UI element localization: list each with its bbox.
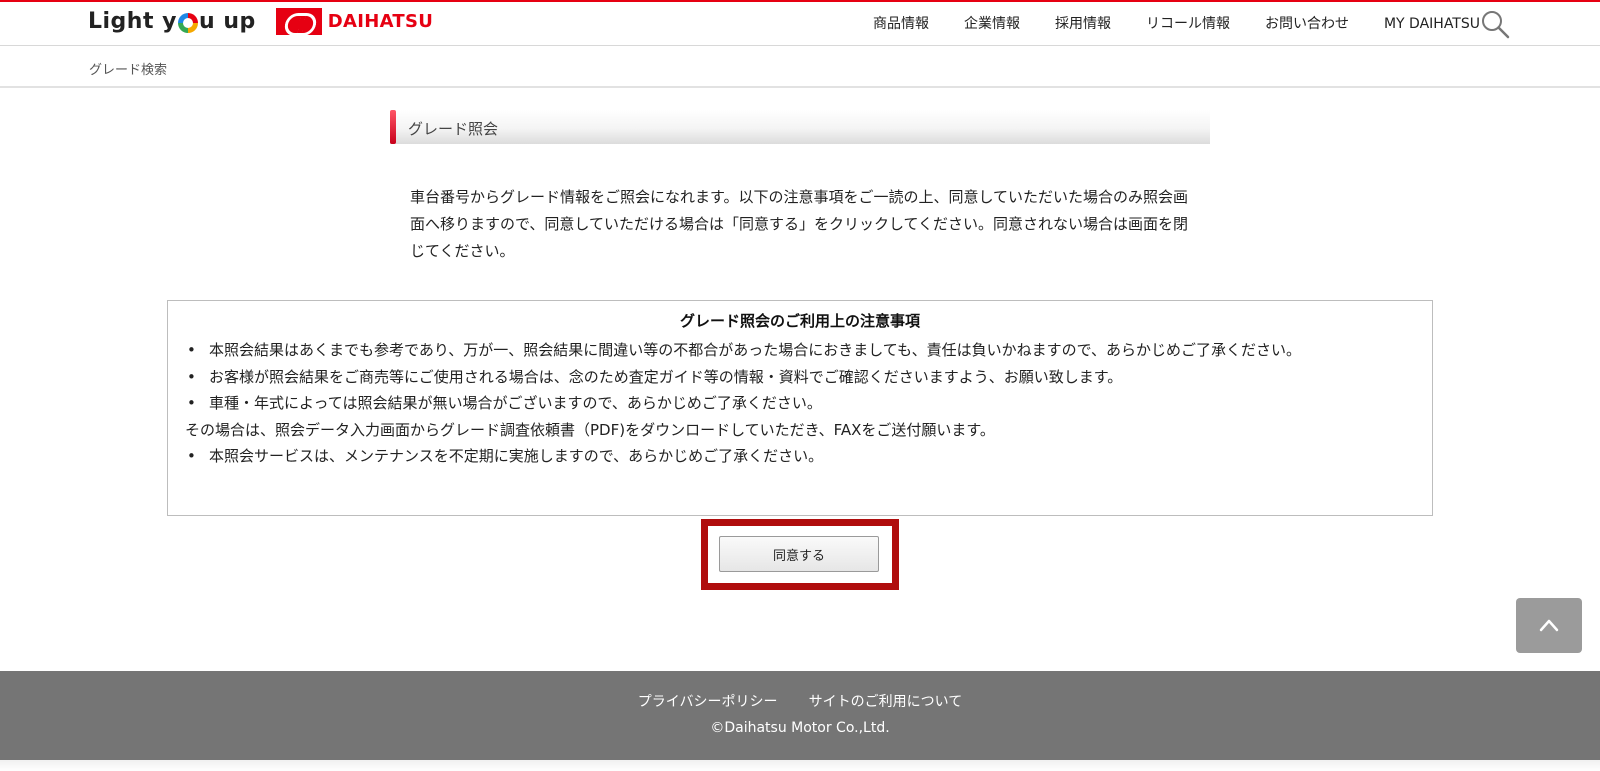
nav-item-products[interactable]: 商品情報 [873, 14, 929, 34]
breadcrumb: グレード検索 [0, 47, 1600, 88]
scroll-to-top-button[interactable] [1516, 598, 1582, 653]
notice-item: 車種・年式によっては照会結果が無い場合がございますので、あらかじめご了承ください… [185, 390, 1415, 417]
daihatsu-logo: DAIHATSU [275, 8, 434, 35]
brand-name: DAIHATSU [327, 11, 434, 32]
color-ring-icon [178, 12, 198, 33]
notice-note: その場合は、照会データ入力画面からグレード調査依頼書（PDF)をダウンロードして… [185, 420, 995, 439]
tagline-text-start: Light y [88, 9, 177, 34]
footer-link-terms[interactable]: サイトのご利用について [809, 694, 963, 710]
nav-item-contact[interactable]: お問い合わせ [1265, 14, 1349, 34]
breadcrumb-current: グレード検索 [89, 63, 168, 78]
nav-item-my-daihatsu[interactable]: MY DAIHATSU [1384, 14, 1480, 34]
intro-text: 車台番号からグレード情報をご照会になれます。以下の注意事項をご一読の上、同意して… [410, 188, 1189, 260]
footer-links: プライバシーポリシー サイトのご利用について [0, 691, 1600, 711]
chevron-up-icon [1539, 619, 1559, 632]
site-header: Light y u up DAIHATSU 商品情報 企業情報 採用情報 リコー… [0, 2, 1600, 46]
tagline-text-end: u up [199, 9, 256, 34]
nav-item-recruit[interactable]: 採用情報 [1055, 14, 1111, 34]
nav-item-corporate[interactable]: 企業情報 [964, 14, 1020, 34]
footer-link-privacy[interactable]: プライバシーポリシー [638, 694, 778, 710]
notice-title: グレード照会のご利用上の注意事項 [679, 312, 920, 330]
logo-group[interactable]: Light y u up DAIHATSU [88, 8, 433, 35]
agree-highlight-frame: 同意する [701, 519, 899, 590]
notice-item: 本照会サービスは、メンテナンスを不定期に実施しますので、あらかじめご了承ください… [185, 443, 1415, 470]
notice-item: 本照会結果はあくまでも参考であり、万が一、照会結果に間違い等の不都合があった場合… [185, 337, 1415, 364]
search-button[interactable] [1480, 9, 1510, 39]
daihatsu-mark-icon [275, 8, 322, 35]
agree-button[interactable]: 同意する [719, 536, 879, 572]
page-title: グレード照会 [408, 120, 499, 138]
section-heading: グレード照会 [390, 110, 1210, 144]
heading-accent-bar [390, 110, 396, 144]
search-icon [1482, 11, 1510, 39]
global-nav: 商品情報 企業情報 採用情報 リコール情報 お問い合わせ MY DAIHATSU [838, 14, 1480, 34]
tagline-logo: Light y u up [88, 9, 256, 34]
notice-item: お客様が照会結果をご商売等にご使用される場合は、念のため査定ガイド等の情報・資料… [185, 364, 1415, 391]
bottom-strip [0, 760, 1600, 771]
notice-list: 本照会結果はあくまでも参考であり、万が一、照会結果に間違い等の不都合があった場合… [185, 337, 1415, 470]
site-footer: プライバシーポリシー サイトのご利用について ©Daihatsu Motor C… [0, 671, 1600, 760]
notice-box: グレード照会のご利用上の注意事項 本照会結果はあくまでも参考であり、万が一、照会… [167, 300, 1433, 516]
copyright: ©Daihatsu Motor Co.,Ltd. [710, 720, 890, 736]
nav-item-recall[interactable]: リコール情報 [1146, 14, 1230, 34]
